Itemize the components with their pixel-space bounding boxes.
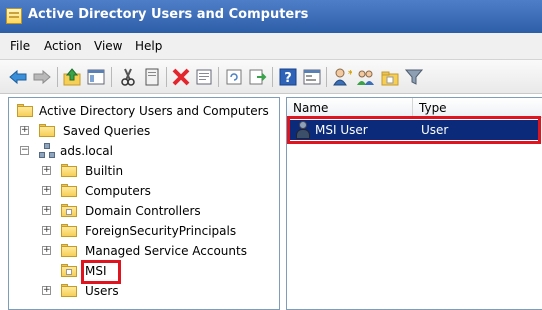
tree-item-label: Domain Controllers — [85, 204, 201, 218]
new-group-icon[interactable] — [356, 67, 376, 87]
tree-item-label: Saved Queries — [63, 124, 151, 138]
column-header-name[interactable]: Name — [287, 98, 413, 118]
console-root-icon — [17, 104, 33, 117]
console-icon[interactable] — [302, 67, 322, 87]
forward-arrow-icon[interactable] — [32, 67, 52, 87]
back-arrow-icon[interactable] — [8, 67, 28, 87]
copy-icon[interactable] — [142, 67, 162, 87]
filter-icon[interactable] — [404, 67, 424, 87]
title-bar: Active Directory Users and Computers — [0, 0, 542, 33]
folder-icon — [61, 244, 77, 257]
svg-text:*: * — [348, 69, 352, 80]
tree-item-label: ads.local — [60, 144, 113, 158]
new-ou-icon[interactable] — [380, 67, 400, 87]
ou-folder-icon — [61, 264, 77, 277]
tree-item-label: Users — [85, 284, 119, 298]
tree-item-ads-local[interactable]: − ads.local — [9, 141, 279, 161]
toolbar-separator — [111, 67, 112, 87]
column-header-type[interactable]: Type — [413, 98, 542, 118]
expand-icon[interactable]: + — [42, 186, 51, 195]
tree-root[interactable]: Active Directory Users and Computers — [9, 101, 279, 121]
expand-icon[interactable]: + — [42, 246, 51, 255]
tree-root-label: Active Directory Users and Computers — [39, 104, 269, 118]
expand-icon[interactable]: + — [42, 206, 51, 215]
tree-item-foreign-security-principals[interactable]: + ForeignSecurityPrincipals — [9, 221, 279, 241]
folder-icon — [61, 164, 77, 177]
tree-item-label: Managed Service Accounts — [85, 244, 247, 258]
expand-icon[interactable]: + — [42, 166, 51, 175]
toolbar-separator — [272, 67, 273, 87]
tree-item-msi[interactable]: MSI — [9, 261, 279, 281]
menu-view[interactable]: View — [94, 39, 122, 53]
folder-icon — [39, 124, 55, 137]
folder-icon — [61, 184, 77, 197]
up-folder-icon[interactable] — [62, 67, 82, 87]
show-tree-icon[interactable] — [86, 67, 106, 87]
highlight-box — [81, 260, 121, 284]
tree-item-saved-queries[interactable]: + Saved Queries — [9, 121, 279, 141]
folder-icon — [61, 224, 77, 237]
list-pane[interactable]: Name Type MSI User User — [286, 97, 542, 310]
delete-icon[interactable] — [171, 67, 191, 87]
ou-folder-icon — [61, 204, 77, 217]
tree-item-managed-service-accounts[interactable]: + Managed Service Accounts — [9, 241, 279, 261]
new-user-icon[interactable]: * — [332, 67, 354, 87]
highlight-box — [287, 116, 541, 144]
expand-icon[interactable]: + — [42, 286, 51, 295]
tree-item-label: Builtin — [85, 164, 124, 178]
expand-icon[interactable]: + — [42, 226, 51, 235]
domain-icon — [39, 143, 55, 159]
app-icon — [6, 8, 22, 24]
cut-icon[interactable] — [118, 67, 138, 87]
properties-icon[interactable] — [194, 67, 214, 87]
toolbar-separator — [218, 67, 219, 87]
tree-item-users[interactable]: + Users — [9, 281, 279, 301]
column-header-label: Type — [419, 101, 447, 115]
menu-action[interactable]: Action — [44, 39, 82, 53]
expand-icon[interactable]: + — [20, 126, 29, 135]
help-icon[interactable]: ? — [278, 67, 298, 87]
menu-bar: File Action View Help — [0, 33, 542, 60]
tree-item-builtin[interactable]: + Builtin — [9, 161, 279, 181]
window-title: Active Directory Users and Computers — [28, 7, 309, 22]
tree-item-label: ForeignSecurityPrincipals — [85, 224, 237, 238]
folder-icon — [61, 284, 77, 297]
export-list-icon[interactable] — [248, 67, 268, 87]
toolbar-separator — [326, 67, 327, 87]
collapse-icon[interactable]: − — [20, 146, 29, 155]
tree-item-label: Computers — [85, 184, 151, 198]
refresh-icon[interactable] — [224, 67, 244, 87]
menu-file[interactable]: File — [10, 39, 30, 53]
svg-text:?: ? — [284, 71, 292, 86]
tree-item-computers[interactable]: + Computers — [9, 181, 279, 201]
toolbar: ? * — [0, 60, 542, 94]
tree-item-domain-controllers[interactable]: + Domain Controllers — [9, 201, 279, 221]
toolbar-separator — [166, 67, 167, 87]
column-header-label: Name — [293, 101, 329, 115]
toolbar-separator — [57, 67, 58, 87]
menu-help[interactable]: Help — [135, 39, 162, 53]
tree-pane[interactable]: Active Directory Users and Computers + S… — [8, 97, 280, 310]
